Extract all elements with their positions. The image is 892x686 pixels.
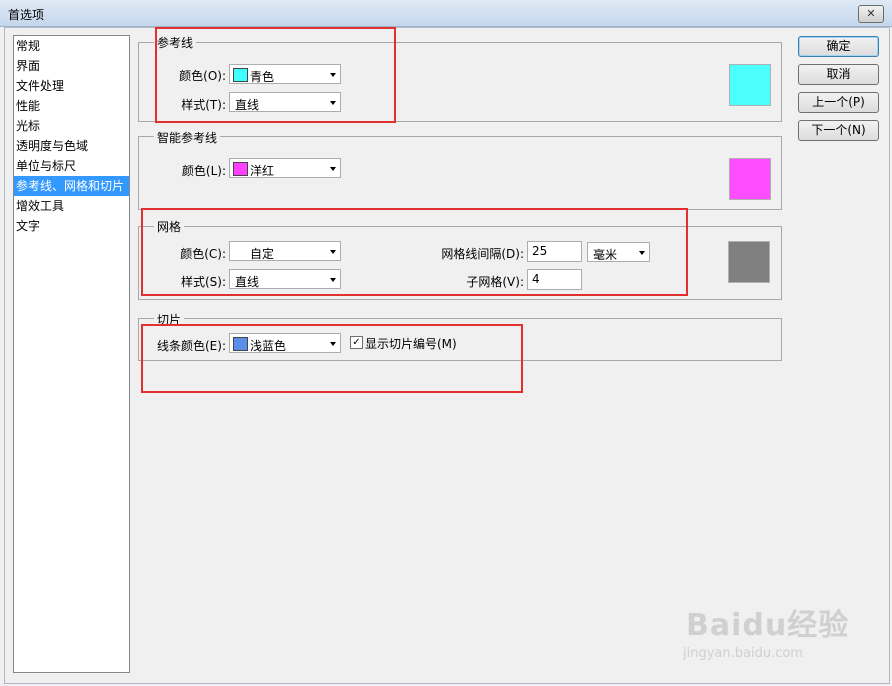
ok-button[interactable]: 确定 — [798, 36, 879, 57]
guides-color-preview[interactable] — [729, 64, 771, 106]
category-items: 常规 界面 文件处理 性能 光标 透明度与色域 单位与标尺 参考线、网格和切片 增效工具 文字 — [14, 36, 129, 236]
close-button[interactable]: ✕ — [858, 5, 884, 23]
category-list[interactable]: 常规 界面 文件处理 性能 光标 透明度与色域 单位与标尺 参考线、网格和切片 增效工具 文字 — [13, 35, 130, 673]
smart-guides-color-label: 颜色(L): — [181, 164, 226, 178]
category-item[interactable]: 透明度与色域 — [14, 136, 129, 156]
category-item[interactable]: 光标 — [14, 116, 129, 136]
category-item[interactable]: 增效工具 — [14, 196, 129, 216]
dropdown-arrow-icon — [330, 167, 336, 171]
category-item[interactable]: 性能 — [14, 96, 129, 116]
category-item[interactable]: 参考线、网格和切片 — [14, 176, 129, 196]
category-item[interactable]: 常规 — [14, 36, 129, 56]
category-item[interactable]: 界面 — [14, 56, 129, 76]
grid-color-preview[interactable] — [728, 241, 770, 283]
close-icon: ✕ — [866, 7, 876, 20]
smart-guides-color-swatch — [233, 162, 248, 176]
smart-guides-color-preview[interactable] — [729, 158, 771, 200]
watermark-url: jingyan.baidu.com — [683, 646, 803, 661]
highlight-box-grid — [141, 208, 688, 296]
highlight-box-slices — [141, 324, 523, 393]
prev-button[interactable]: 上一个(P) — [798, 92, 879, 113]
window-title: 首选项 — [8, 8, 45, 22]
category-item[interactable]: 文字 — [14, 216, 129, 236]
category-item[interactable]: 文件处理 — [14, 76, 129, 96]
title-bar: 首选项 ✕ — [0, 0, 892, 27]
smart-guides-color-dropdown[interactable]: 洋红 — [229, 158, 341, 178]
next-button[interactable]: 下一个(N) — [798, 120, 879, 141]
cancel-button[interactable]: 取消 — [798, 64, 879, 85]
category-item[interactable]: 单位与标尺 — [14, 156, 129, 176]
watermark-brand: Baidu经验 — [686, 608, 850, 643]
smart-guides-color-value: 洋红 — [250, 164, 275, 178]
smart-guides-legend: 智能参考线 — [154, 129, 221, 146]
highlight-box-guides — [155, 27, 396, 123]
